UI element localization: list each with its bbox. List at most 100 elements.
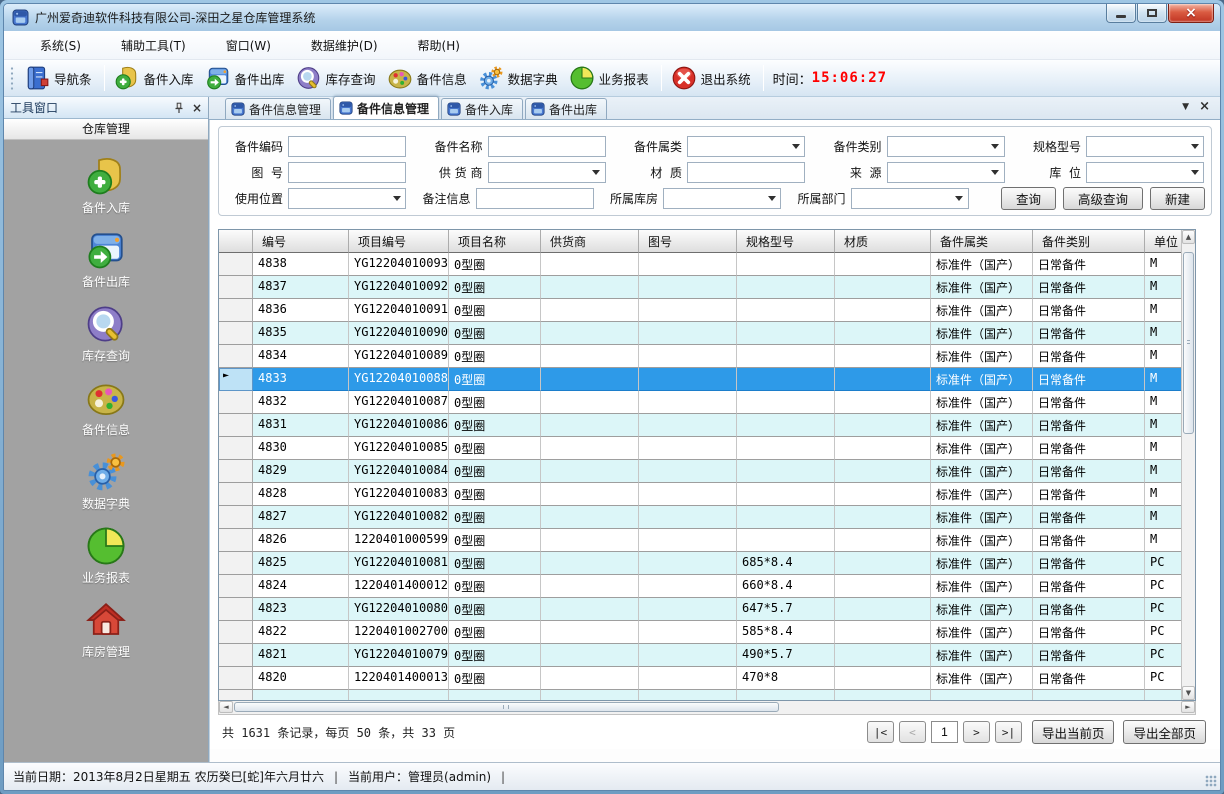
- pin-icon[interactable]: [173, 102, 185, 114]
- export-current-page-button[interactable]: 导出当前页: [1032, 720, 1115, 744]
- minimize-button[interactable]: [1106, 4, 1136, 23]
- next-page-button[interactable]: >: [963, 721, 990, 743]
- toolbar-button-inventory-query[interactable]: 库存查询: [292, 62, 383, 94]
- table-row-4834[interactable]: 4834YG122040100890型圈标准件（国产）日常备件M: [219, 345, 1183, 368]
- toolbar-button-data-dict[interactable]: 数据字典: [474, 62, 565, 94]
- table-row-4821[interactable]: 4821YG122040100790型圈490*5.7标准件（国产）日常备件PC: [219, 644, 1183, 667]
- menu-item-help[interactable]: 帮助(H): [404, 32, 474, 59]
- new-button[interactable]: 新建: [1150, 187, 1205, 210]
- chevron-down-icon[interactable]: [1187, 138, 1202, 155]
- field-part-code[interactable]: [288, 136, 406, 157]
- resize-grip-icon[interactable]: [1205, 775, 1217, 787]
- export-all-pages-button[interactable]: 导出全部页: [1123, 720, 1206, 744]
- field-use-position-select[interactable]: [288, 188, 406, 209]
- sidebar-close-icon[interactable]: ×: [192, 102, 202, 114]
- table-row-4835[interactable]: 4835YG122040100900型圈标准件（国产）日常备件M: [219, 322, 1183, 345]
- table-row-4822[interactable]: 482212204010027000型圈585*8.4标准件（国产）日常备件PC: [219, 621, 1183, 644]
- toolbar-button-navbar[interactable]: 导航条: [20, 62, 99, 94]
- column-header-project_no[interactable]: 项目编号: [349, 230, 449, 253]
- horizontal-scroll-thumb[interactable]: [234, 702, 779, 712]
- scroll-right-icon[interactable]: ►: [1181, 701, 1195, 713]
- table-row-4830[interactable]: 4830YG122040100850型圈标准件（国产）日常备件M: [219, 437, 1183, 460]
- table-row-4833[interactable]: ►4833YG122040100880型圈标准件（国产）日常备件M: [219, 368, 1183, 391]
- chevron-down-icon[interactable]: [1187, 164, 1202, 181]
- toolbar-button-spare-in[interactable]: 备件入库: [110, 62, 201, 94]
- field-part-name[interactable]: [488, 136, 606, 157]
- menu-item-window[interactable]: 窗口(W): [212, 32, 285, 59]
- menu-item-data-maintenance[interactable]: 数据维护(D): [297, 32, 392, 59]
- tab-close-icon[interactable]: ×: [1199, 101, 1210, 113]
- first-page-button[interactable]: |<: [867, 721, 894, 743]
- toolbar-button-spare-out[interactable]: 备件出库: [201, 62, 292, 94]
- maximize-button[interactable]: [1137, 4, 1167, 23]
- table-row-4829[interactable]: 4829YG122040100840型圈标准件（国产）日常备件M: [219, 460, 1183, 483]
- field-location-select[interactable]: [1086, 162, 1204, 183]
- tab-spare-out[interactable]: 备件出库: [525, 98, 607, 119]
- column-header-id[interactable]: 编号: [253, 230, 349, 253]
- column-header-category[interactable]: 备件属类: [931, 230, 1033, 253]
- table-row-4837[interactable]: 4837YG122040100920型圈标准件（国产）日常备件M: [219, 276, 1183, 299]
- chevron-down-icon[interactable]: [788, 138, 803, 155]
- field-supplier-select[interactable]: [488, 162, 606, 183]
- table-row-4824[interactable]: 482412204014000120型圈660*8.4标准件（国产）日常备件PC: [219, 575, 1183, 598]
- table-row-4836[interactable]: 4836YG122040100910型圈标准件（国产）日常备件M: [219, 299, 1183, 322]
- tab-spare-in[interactable]: 备件入库: [441, 98, 523, 119]
- column-header-type[interactable]: 备件类别: [1033, 230, 1145, 253]
- field-remark[interactable]: [476, 188, 594, 209]
- vertical-scroll-thumb[interactable]: [1183, 252, 1194, 434]
- horizontal-scrollbar[interactable]: ◄ ►: [218, 701, 1196, 715]
- column-header-drawing_no[interactable]: 图号: [639, 230, 737, 253]
- table-row-4827[interactable]: 4827YG122040100820型圈标准件（国产）日常备件M: [219, 506, 1183, 529]
- field-department-select[interactable]: [851, 188, 969, 209]
- sidebar-item-spare-out[interactable]: 备件出库: [72, 227, 140, 292]
- table-row-4820[interactable]: 482012204014000130型圈470*8标准件（国产）日常备件PC: [219, 667, 1183, 690]
- column-header-supplier[interactable]: 供货商: [541, 230, 639, 253]
- field-source-select[interactable]: [887, 162, 1005, 183]
- column-header-spec[interactable]: 规格型号: [737, 230, 835, 253]
- sidebar-item-spare-in[interactable]: 备件入库: [72, 153, 140, 218]
- query-button[interactable]: 查询: [1001, 187, 1056, 210]
- close-button[interactable]: ×: [1168, 4, 1214, 23]
- table-row-4823[interactable]: 4823YG122040100800型圈647*5.7标准件（国产）日常备件PC: [219, 598, 1183, 621]
- table-row-4826[interactable]: 482612204010005990型圈标准件（国产）日常备件M: [219, 529, 1183, 552]
- menu-item-system[interactable]: 系统(S): [26, 32, 95, 59]
- table-row-4825[interactable]: 4825YG122040100810型圈685*8.4标准件（国产）日常备件PC: [219, 552, 1183, 575]
- toolbar-button-spare-info[interactable]: 备件信息: [383, 62, 474, 94]
- table-row-4828[interactable]: 4828YG122040100830型圈标准件（国产）日常备件M: [219, 483, 1183, 506]
- last-page-button[interactable]: >|: [995, 721, 1022, 743]
- scroll-down-icon[interactable]: ▼: [1182, 686, 1195, 700]
- chevron-down-icon[interactable]: [589, 164, 604, 181]
- field-warehouse-select[interactable]: [663, 188, 781, 209]
- prev-page-button[interactable]: <: [899, 721, 926, 743]
- tab-menu-icon[interactable]: ▼: [1182, 102, 1189, 112]
- vertical-scrollbar[interactable]: ▲ ▼: [1181, 230, 1195, 700]
- chevron-down-icon[interactable]: [764, 190, 779, 207]
- scroll-up-icon[interactable]: ▲: [1182, 230, 1195, 244]
- column-header-project_name[interactable]: 项目名称: [449, 230, 541, 253]
- page-number-input[interactable]: [931, 721, 958, 743]
- column-header-unit[interactable]: 单位: [1145, 230, 1183, 253]
- menu-item-aux-tools[interactable]: 辅助工具(T): [107, 32, 200, 59]
- sidebar-item-inventory-query[interactable]: 库存查询: [72, 301, 140, 366]
- sidebar-item-data-dict[interactable]: 数据字典: [72, 449, 140, 514]
- sidebar-item-warehouse-mgmt[interactable]: 库房管理: [72, 597, 140, 662]
- advanced-query-button[interactable]: 高级查询: [1063, 187, 1143, 210]
- column-header-selector[interactable]: [219, 230, 253, 253]
- field-drawing-no[interactable]: [288, 162, 406, 183]
- chevron-down-icon[interactable]: [952, 190, 967, 207]
- column-header-material[interactable]: 材质: [835, 230, 931, 253]
- toolbar-grip[interactable]: [10, 66, 15, 90]
- tab-part-info-mgmt-2[interactable]: 备件信息管理: [333, 96, 439, 119]
- table-row-4838[interactable]: 4838YG122040100930型圈标准件（国产）日常备件M: [219, 253, 1183, 276]
- field-part-genus-select[interactable]: [687, 136, 805, 157]
- sidebar-item-report[interactable]: 业务报表: [72, 523, 140, 588]
- table-row-4832[interactable]: 4832YG122040100870型圈标准件（国产）日常备件M: [219, 391, 1183, 414]
- field-part-category-select[interactable]: [887, 136, 1005, 157]
- field-spec-model-select[interactable]: [1086, 136, 1204, 157]
- field-material[interactable]: [687, 162, 805, 183]
- table-row-4831[interactable]: 4831YG122040100860型圈标准件（国产）日常备件M: [219, 414, 1183, 437]
- scroll-left-icon[interactable]: ◄: [219, 701, 233, 713]
- tab-part-info-mgmt-1[interactable]: 备件信息管理: [225, 98, 331, 119]
- chevron-down-icon[interactable]: [389, 190, 404, 207]
- chevron-down-icon[interactable]: [988, 164, 1003, 181]
